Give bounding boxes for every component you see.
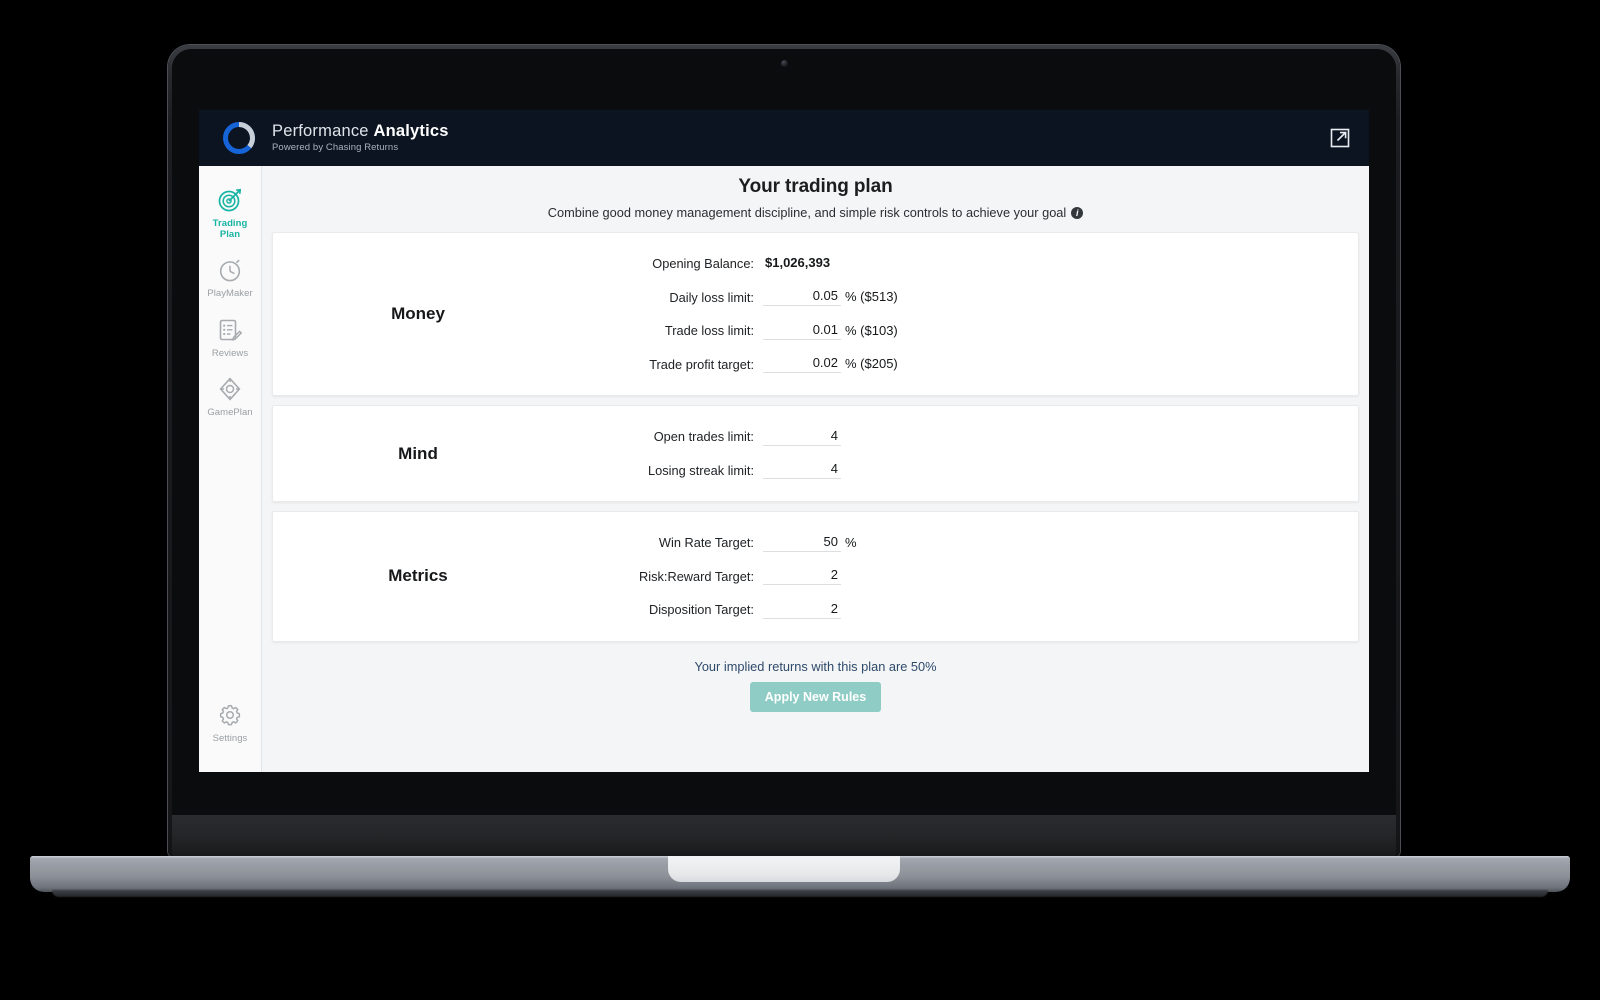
row-value: 50 % bbox=[763, 534, 857, 552]
app-header: Performance Analytics Powered by Chasing… bbox=[199, 110, 1369, 166]
plan-row: Trade profit target: 0.02 % ($205) bbox=[563, 348, 1358, 382]
opening-balance-value: $1,026,393 bbox=[765, 255, 831, 271]
clipboard-pencil-icon bbox=[217, 317, 243, 343]
row-value: $1,026,393 bbox=[763, 255, 833, 272]
daily-loss-limit-input[interactable]: 0.05 bbox=[763, 288, 841, 307]
section-rows: Opening Balance: $1,026,393 Daily loss l… bbox=[563, 233, 1358, 395]
section-label: Mind bbox=[398, 443, 438, 463]
section-card-money: Money Opening Balance: $1,026,393 Daily … bbox=[272, 232, 1359, 396]
open-trades-limit-suffix bbox=[841, 444, 845, 446]
row-label: Daily loss limit: bbox=[669, 289, 754, 305]
losing-streak-limit-input[interactable]: 4 bbox=[763, 461, 841, 480]
brand-title: Performance Analytics bbox=[272, 121, 449, 140]
plan-sections: Money Opening Balance: $1,026,393 Daily … bbox=[262, 232, 1369, 651]
compass-icon bbox=[217, 376, 243, 402]
target-dart-icon bbox=[217, 187, 243, 213]
row-label: Win Rate Target: bbox=[658, 535, 754, 551]
laptop-base-notch bbox=[668, 856, 900, 882]
plan-row: Trade loss limit: 0.01 % ($103) bbox=[563, 314, 1358, 348]
webcam-icon bbox=[781, 60, 788, 67]
section-rows: Open trades limit: 4 Losing streak limit… bbox=[563, 406, 1358, 501]
apply-new-rules-button[interactable]: Apply New Rules bbox=[749, 681, 882, 712]
row-value: 0.05 % ($513) bbox=[763, 288, 898, 307]
screenshot-stage: Performance Analytics Powered by Chasing… bbox=[0, 0, 1600, 1000]
sidebar-item-label: Reviews bbox=[211, 347, 249, 359]
disposition-target-suffix bbox=[841, 617, 845, 619]
page-subtitle: Combine good money management discipline… bbox=[547, 205, 1067, 220]
risk-reward-target-suffix bbox=[841, 583, 845, 585]
app-body: Trading Plan PlayMaker Reviews GamePlan … bbox=[199, 166, 1369, 772]
plan-row: Disposition Target: 2 bbox=[563, 593, 1358, 627]
brand-text: Performance Analytics Powered by Chasing… bbox=[272, 121, 449, 154]
sidebar-item-label: Settings bbox=[212, 732, 248, 744]
brand-title-bold: Analytics bbox=[373, 121, 449, 140]
row-value: 0.01 % ($103) bbox=[763, 322, 898, 340]
sidebar-item-label: Trading Plan bbox=[212, 218, 248, 241]
gear-icon bbox=[217, 702, 243, 728]
disposition-target-input[interactable]: 2 bbox=[763, 601, 841, 619]
sidebar-item-label: PlayMaker bbox=[207, 288, 253, 300]
row-value: 4 bbox=[763, 428, 845, 446]
plan-row: Risk:Reward Target: 2 bbox=[563, 560, 1358, 594]
row-label: Trade profit target: bbox=[649, 356, 754, 372]
trade-loss-limit-input[interactable]: 0.01 bbox=[763, 322, 841, 340]
section-rows: Win Rate Target: 50 % Risk:Reward Target… bbox=[563, 512, 1358, 641]
row-value: 2 bbox=[763, 567, 845, 586]
win-rate-target-suffix: % bbox=[845, 534, 857, 550]
open-trades-limit-input[interactable]: 4 bbox=[763, 428, 841, 446]
sidebar-item-playmaker[interactable]: PlayMaker bbox=[199, 248, 261, 307]
info-icon[interactable]: i bbox=[1071, 206, 1084, 219]
plan-row: Open trades limit: 4 bbox=[563, 420, 1358, 454]
win-rate-target-input[interactable]: 50 bbox=[763, 534, 841, 552]
row-label: Disposition Target: bbox=[648, 602, 754, 618]
sidebar-item-trading-plan[interactable]: Trading Plan bbox=[199, 178, 261, 248]
page-title: Your trading plan bbox=[738, 176, 893, 197]
section-card-metrics: Metrics Win Rate Target: 50 % Risk:Rewar bbox=[272, 511, 1359, 642]
row-label: Open trades limit: bbox=[653, 429, 754, 445]
sidebar-item-label: GamePlan bbox=[207, 406, 253, 418]
page-subtitle-row: Combine good money management discipline… bbox=[262, 205, 1369, 220]
row-label: Risk:Reward Target: bbox=[639, 568, 754, 584]
plan-row: Losing streak limit: 4 bbox=[563, 454, 1358, 488]
sidebar-item-settings[interactable]: Settings bbox=[199, 693, 261, 772]
daily-loss-limit-suffix: % ($513) bbox=[845, 289, 898, 305]
brand-subtitle: Powered by Chasing Returns bbox=[272, 142, 399, 154]
main-content: Your trading plan Combine good money man… bbox=[262, 166, 1369, 772]
trade-loss-limit-suffix: % ($103) bbox=[845, 322, 898, 338]
losing-streak-limit-suffix bbox=[841, 477, 845, 479]
plan-row: Win Rate Target: 50 % bbox=[563, 526, 1358, 560]
external-link-icon[interactable] bbox=[1329, 127, 1351, 149]
risk-reward-target-input[interactable]: 2 bbox=[763, 567, 841, 586]
row-label: Opening Balance: bbox=[652, 256, 754, 272]
row-value: 0.02 % ($205) bbox=[763, 355, 898, 374]
row-value: 2 bbox=[763, 601, 845, 619]
laptop-base-foot bbox=[52, 890, 1548, 897]
section-card-mind: Mind Open trades limit: 4 Losing streak bbox=[272, 405, 1359, 502]
plan-footer: Your implied returns with this plan are … bbox=[262, 651, 1369, 712]
row-label: Trade loss limit: bbox=[664, 323, 754, 339]
section-label: Money bbox=[391, 304, 445, 323]
sidebar-item-reviews[interactable]: Reviews bbox=[199, 308, 261, 367]
row-value: 4 bbox=[763, 461, 845, 480]
trade-profit-target-input[interactable]: 0.02 bbox=[763, 355, 841, 374]
sidebar-item-gameplan[interactable]: GamePlan bbox=[199, 367, 261, 426]
trade-profit-target-suffix: % ($205) bbox=[845, 356, 898, 372]
section-label: Metrics bbox=[388, 566, 448, 586]
circular-progress-ring-logo-icon bbox=[219, 118, 259, 158]
screen-content: Performance Analytics Powered by Chasing… bbox=[199, 110, 1369, 772]
plan-row: Daily loss limit: 0.05 % ($513) bbox=[563, 281, 1358, 315]
page-header: Your trading plan Combine good money man… bbox=[262, 166, 1369, 232]
implied-returns-text: Your implied returns with this plan are … bbox=[694, 658, 937, 674]
laptop-hinge bbox=[172, 815, 1396, 857]
sidebar-nav: Trading Plan PlayMaker Reviews GamePlan … bbox=[199, 166, 262, 772]
brand-logo-group: Performance Analytics Powered by Chasing… bbox=[219, 118, 449, 158]
stopwatch-icon bbox=[217, 257, 243, 283]
brand-title-light: Performance bbox=[272, 121, 374, 140]
plan-row: Opening Balance: $1,026,393 bbox=[563, 247, 1358, 281]
row-label: Losing streak limit: bbox=[648, 462, 754, 478]
